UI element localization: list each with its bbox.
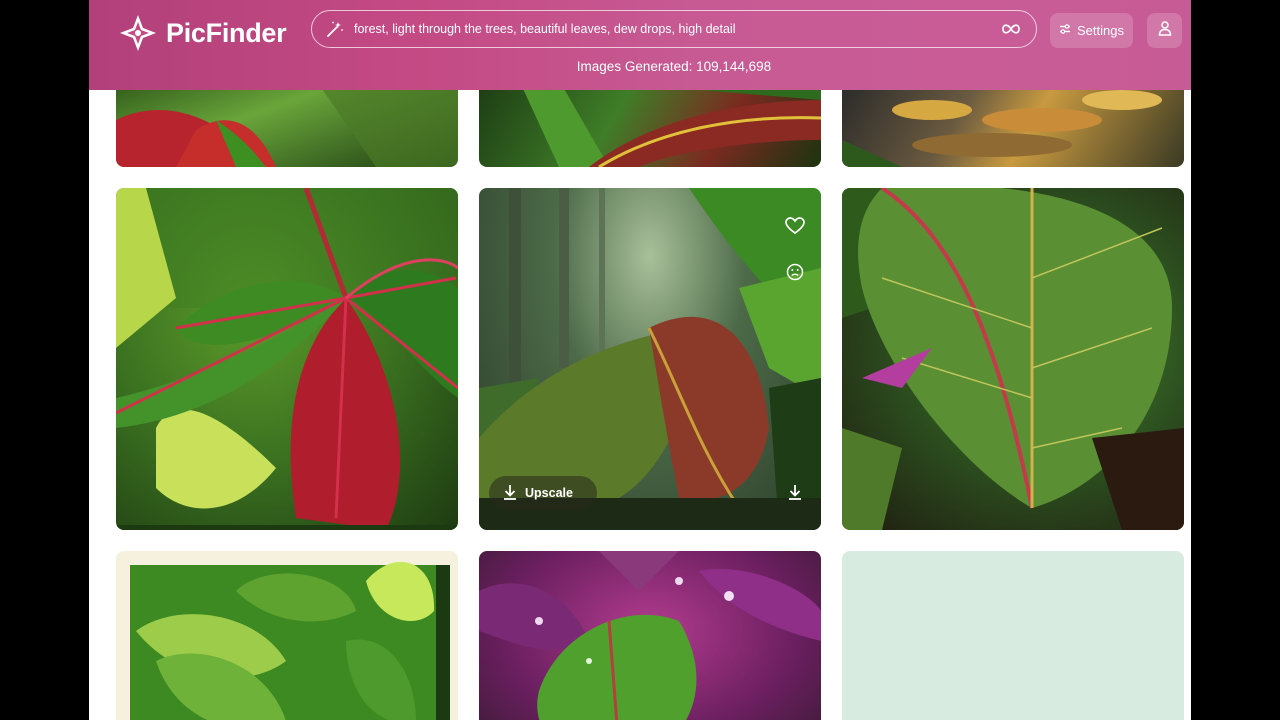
settings-button[interactable]: Settings bbox=[1050, 13, 1133, 48]
picfinder-app: PicFinder forest, light through the tree… bbox=[89, 0, 1191, 720]
picfinder-logo bbox=[116, 12, 160, 54]
brand-name: PicFinder bbox=[166, 17, 287, 48]
upscale-button[interactable]: Upscale bbox=[489, 476, 597, 510]
sad-face-icon[interactable] bbox=[783, 260, 807, 284]
image-card[interactable] bbox=[116, 551, 458, 720]
upscale-label: Upscale bbox=[525, 486, 573, 500]
image-card[interactable] bbox=[842, 188, 1184, 530]
download-icon[interactable] bbox=[783, 480, 807, 504]
infinity-icon[interactable] bbox=[1000, 22, 1022, 36]
top-header: PicFinder forest, light through the tree… bbox=[89, 0, 1191, 90]
user-icon bbox=[1157, 20, 1173, 41]
logo[interactable]: PicFinder bbox=[116, 12, 287, 54]
images-generated-counter: Images Generated: 109,144,698 bbox=[576, 59, 772, 74]
image-card[interactable] bbox=[842, 80, 1184, 167]
sliders-icon bbox=[1059, 23, 1071, 38]
image-card[interactable] bbox=[116, 80, 458, 167]
user-account-button[interactable] bbox=[1147, 13, 1182, 48]
image-card[interactable] bbox=[479, 551, 821, 720]
settings-label: Settings bbox=[1077, 23, 1124, 38]
magic-wand-icon bbox=[326, 20, 344, 38]
image-card-hovered[interactable]: Upscale bbox=[479, 188, 821, 530]
image-card-loading bbox=[842, 551, 1184, 720]
download-icon bbox=[503, 484, 517, 503]
image-card[interactable] bbox=[479, 80, 821, 167]
image-card[interactable] bbox=[116, 188, 458, 530]
prompt-search-bar[interactable]: forest, light through the trees, beautif… bbox=[311, 10, 1037, 48]
heart-icon[interactable] bbox=[783, 214, 807, 238]
prompt-input[interactable]: forest, light through the trees, beautif… bbox=[354, 22, 1000, 36]
